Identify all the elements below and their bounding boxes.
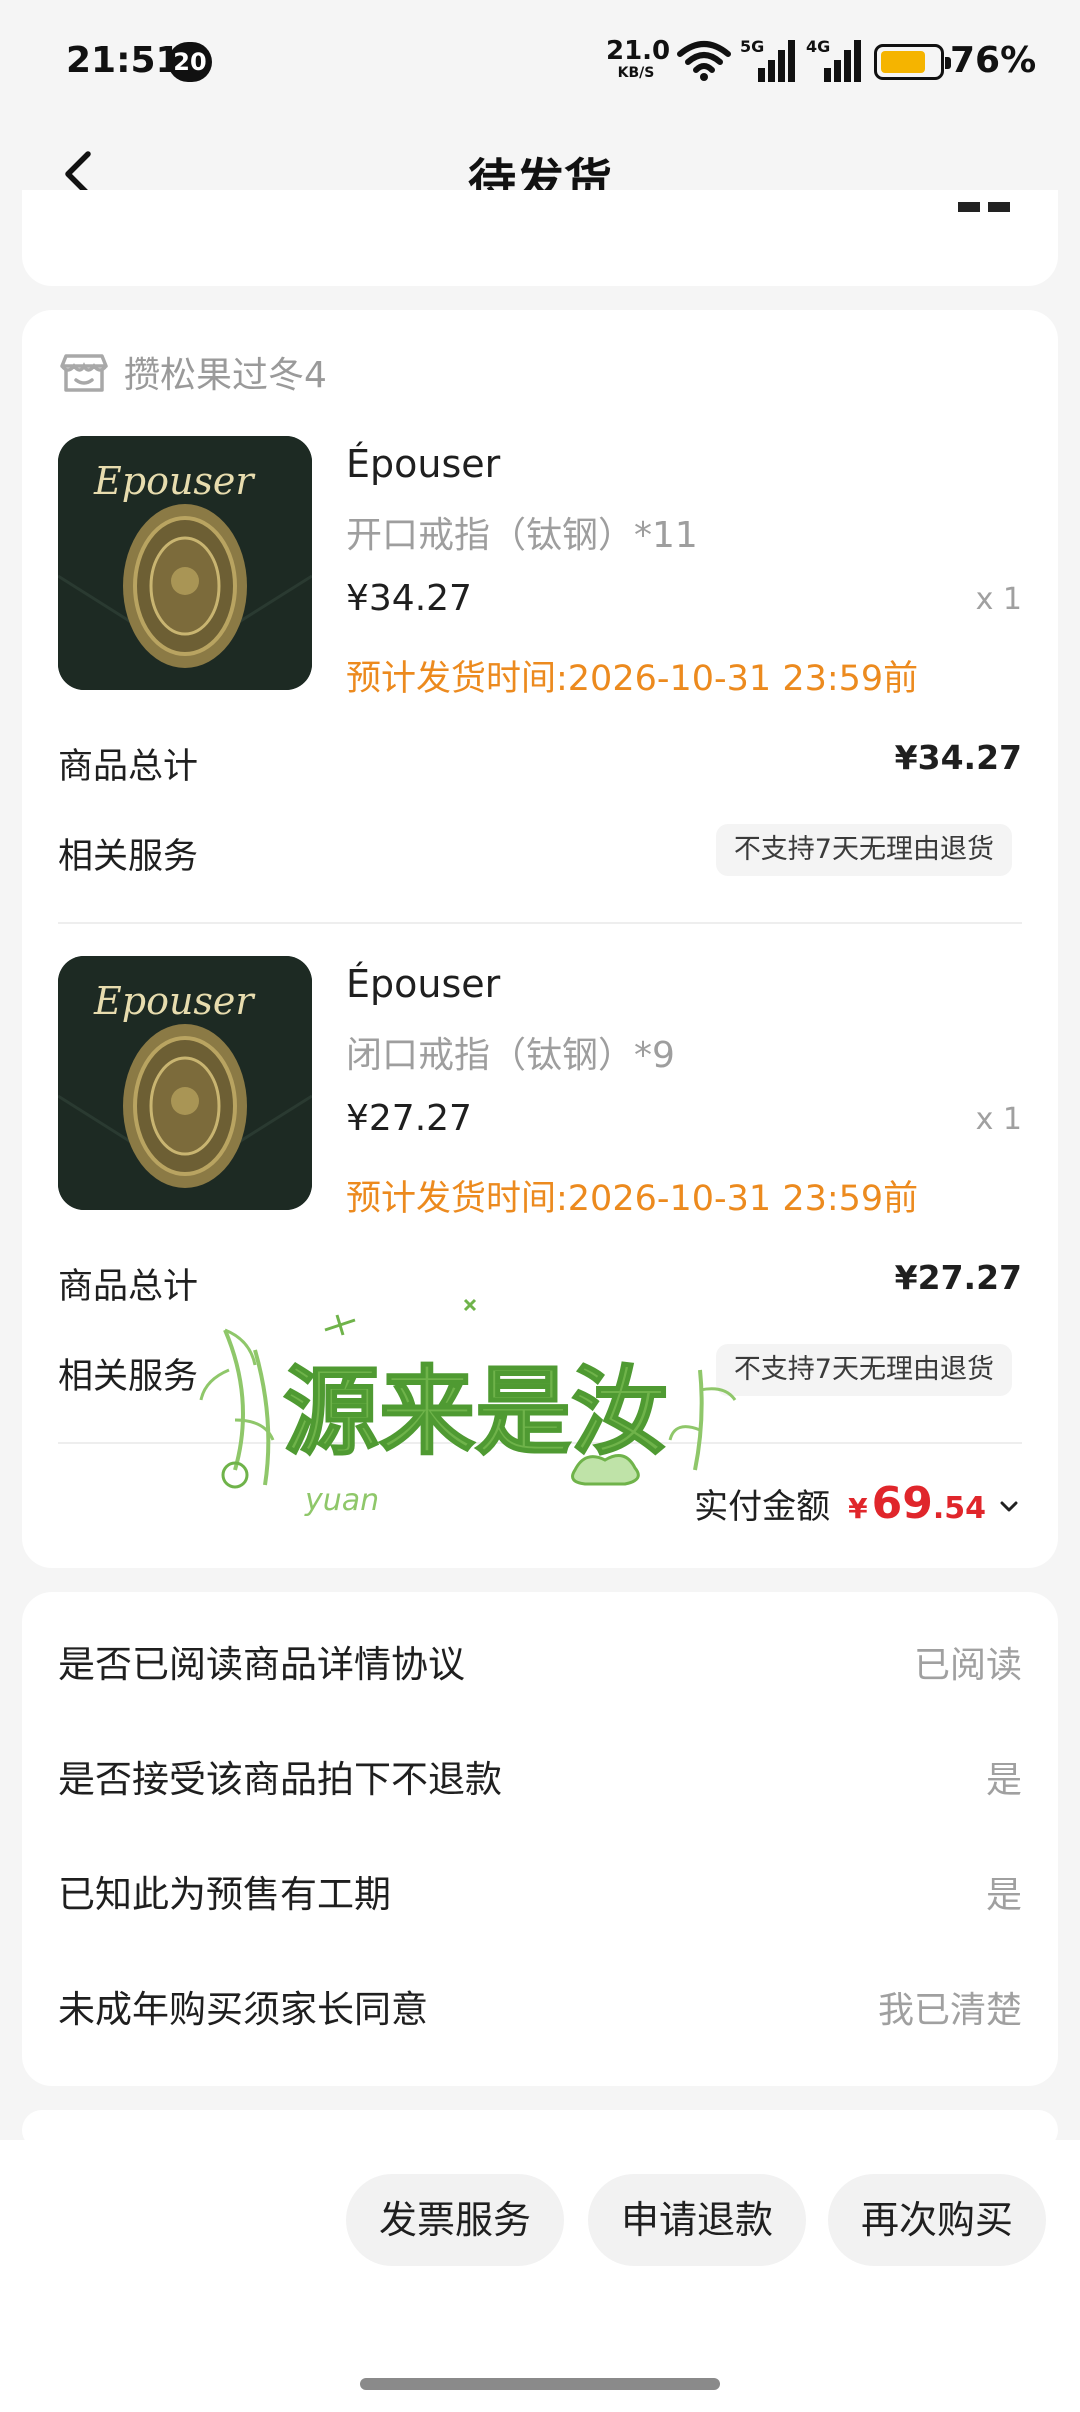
product-title: Épouser [346, 442, 501, 486]
status-time: 21:51 [66, 40, 181, 81]
service-row: 相关服务 不支持7天无理由退货 [58, 1344, 1022, 1400]
agreement-row[interactable]: 已知此为预售有工期 是 [58, 1864, 1022, 1920]
battery-icon [874, 44, 951, 80]
wifi-icon [676, 40, 732, 86]
request-refund-button[interactable]: 申请退款 [588, 2174, 806, 2266]
status-bar: 21:51 20 21.0 KB/S 5G 4G 76% [0, 0, 1080, 124]
product-price: ¥34.27 [346, 578, 472, 619]
agreement-row[interactable]: 是否接受该商品拍下不退款 是 [58, 1749, 1022, 1805]
agreement-row[interactable]: 是否已阅读商品详情协议 已阅读 [58, 1634, 1022, 1690]
service-label: 相关服务 [58, 837, 199, 877]
signal-5g-label: 5G [740, 38, 764, 56]
agreement-label: 已知此为预售有工期 [58, 1873, 391, 1916]
total-paid-label: 实付金额 [694, 1487, 831, 1527]
item-subtotal-row: 商品总计 ¥34.27 [58, 738, 1022, 788]
subtotal-value: ¥34.27 [894, 738, 1022, 777]
order-detail-page: 21:51 20 21.0 KB/S 5G 4G 76% 待发货 攒松果过冬4 … [0, 0, 1080, 2412]
notification-count-badge: 20 [168, 42, 212, 82]
buy-again-button[interactable]: 再次购买 [828, 2174, 1046, 2266]
order-item[interactable]: Epouser Épouser 闭口戒指（钛钢）*9 ¥27.27 x 1 预计… [58, 956, 1022, 1219]
shop-name: 攒松果过冬4 [124, 355, 327, 396]
service-label: 相关服务 [58, 1357, 199, 1397]
total-integer: 69 [871, 1478, 933, 1529]
estimated-ship-time: 预计发货时间:2026-10-31 23:59前 [346, 659, 919, 699]
no-return-tag: 不支持7天无理由退货 [715, 1344, 1012, 1396]
agreement-value: 是 [985, 1875, 1022, 1916]
bottom-action-bar: 发票服务 申请退款 再次购买 [0, 2140, 1080, 2412]
signal-5g-icon: 5G [740, 37, 798, 88]
item-subtotal-row: 商品总计 ¥27.27 [58, 1258, 1022, 1308]
product-thumbnail[interactable]: Epouser [58, 436, 312, 690]
product-quantity: x 1 [975, 582, 1022, 617]
address-card-partial [22, 190, 1058, 286]
total-divider [58, 1442, 1022, 1444]
product-sku: 闭口戒指（钛钢）*9 [346, 1035, 675, 1076]
product-quantity: x 1 [975, 1102, 1022, 1137]
agreement-label: 是否接受该商品拍下不退款 [58, 1758, 502, 1801]
no-return-tag: 不支持7天无理由退货 [715, 824, 1012, 876]
subtotal-label: 商品总计 [58, 747, 199, 787]
network-speed: 21.0 KB/S [606, 36, 671, 81]
signal-4g-icon: 4G [806, 37, 864, 88]
product-price: ¥27.27 [346, 1098, 472, 1139]
item-divider [58, 922, 1022, 924]
service-row: 相关服务 不支持7天无理由退货 [58, 824, 1022, 880]
estimated-ship-time: 预计发货时间:2026-10-31 23:59前 [346, 1179, 919, 1219]
agreement-label: 是否已阅读商品详情协议 [58, 1643, 465, 1686]
order-item[interactable]: Epouser Épouser 开口戒指（钛钢）*11 ¥34.27 x 1 预… [58, 436, 1022, 699]
battery-percent: 76% [950, 40, 1037, 81]
subtotal-label: 商品总计 [58, 1267, 199, 1307]
product-thumbnail[interactable]: Epouser [58, 956, 312, 1210]
thumbnail-script-text: Epouser [93, 459, 256, 503]
agreement-value: 我已清楚 [877, 1990, 1022, 2031]
network-speed-value: 21.0 [606, 36, 671, 66]
signal-4g-label: 4G [806, 38, 830, 56]
agreement-value: 是 [985, 1760, 1022, 1801]
product-sku: 开口戒指（钛钢）*11 [346, 515, 698, 556]
store-icon [60, 354, 108, 392]
contact-icon-partial [958, 202, 1014, 232]
network-speed-unit: KB/S [617, 65, 655, 81]
agreement-label: 未成年购买须家长同意 [58, 1988, 428, 2031]
agreement-row[interactable]: 未成年购买须家长同意 我已清楚 [58, 1979, 1022, 2035]
product-title: Épouser [346, 962, 501, 1006]
total-currency: ¥ [848, 1492, 868, 1525]
order-card: 攒松果过冬4 Epouser Épouser 开口戒指（钛钢）*11 ¥34.2… [22, 310, 1058, 1568]
chevron-down-icon [1000, 1501, 1018, 1512]
shop-header[interactable]: 攒松果过冬4 [58, 344, 327, 400]
agreement-card: 是否已阅读商品详情协议 已阅读 是否接受该商品拍下不退款 是 已知此为预售有工期… [22, 1592, 1058, 2086]
total-paid-row[interactable]: 实付金额 ¥ 69 .54 [694, 1478, 1020, 1538]
battery-fill [881, 51, 925, 73]
agreement-value: 已阅读 [913, 1645, 1022, 1686]
total-decimal: .54 [932, 1491, 986, 1526]
invoice-service-button[interactable]: 发票服务 [346, 2174, 564, 2266]
thumbnail-script-text: Epouser [93, 979, 256, 1023]
subtotal-value: ¥27.27 [894, 1258, 1022, 1297]
home-indicator[interactable] [360, 2378, 720, 2390]
